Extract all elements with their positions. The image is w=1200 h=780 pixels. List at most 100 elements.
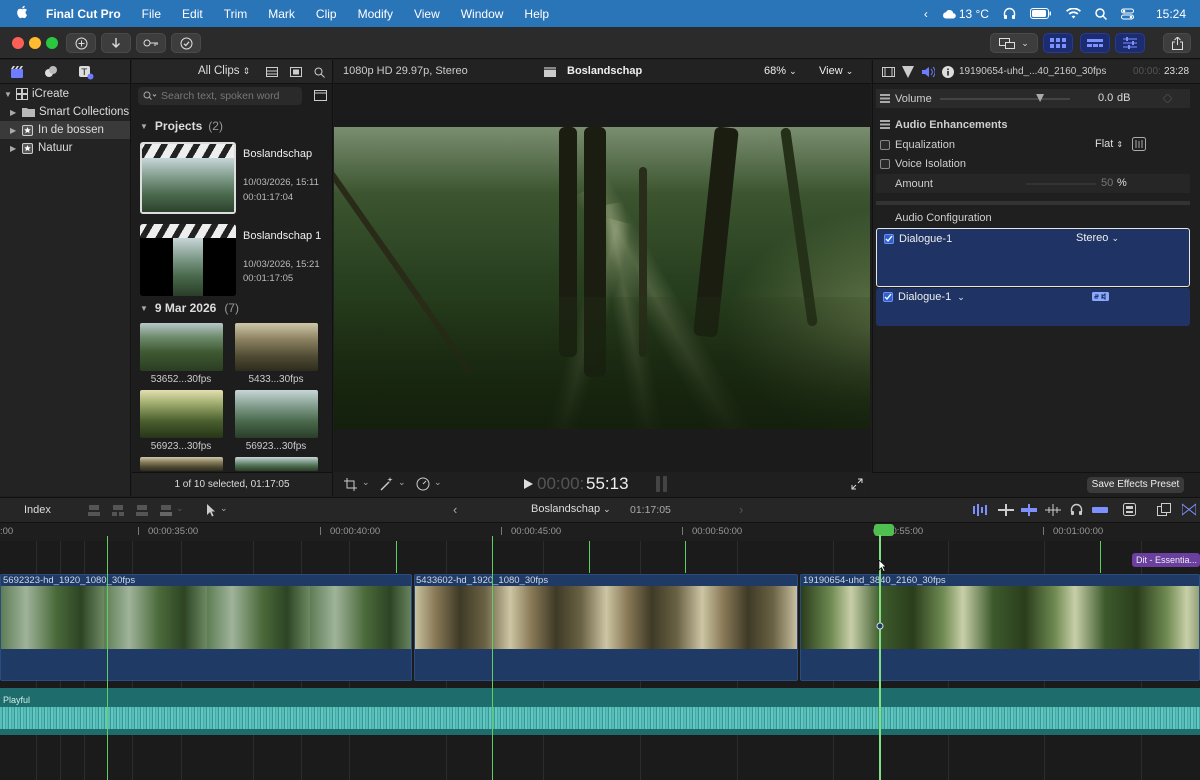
- transform-crop-icon[interactable]: [344, 478, 358, 491]
- titles-bowtie-icon[interactable]: [1182, 503, 1196, 516]
- list-view-icon[interactable]: [266, 67, 278, 77]
- clip-appearance-icon[interactable]: [998, 504, 1014, 516]
- disclosure-closed-icon[interactable]: ▶: [10, 126, 22, 135]
- import-download-button[interactable]: [101, 33, 131, 53]
- insert-clip-icon[interactable]: [112, 504, 124, 517]
- retime-speedometer-icon[interactable]: [416, 477, 430, 491]
- weather-widget[interactable]: 13 °C: [942, 7, 989, 21]
- equalization-dropdown[interactable]: Flat ⇕: [1095, 138, 1123, 150]
- search-icon[interactable]: [1095, 7, 1107, 20]
- clip-thumbnail[interactable]: [140, 390, 223, 438]
- disclosure-open-icon[interactable]: ▼: [4, 90, 16, 99]
- info-icon[interactable]: [942, 66, 954, 78]
- speaker-icon[interactable]: [922, 66, 935, 78]
- save-effects-preset-button[interactable]: Save Effects Preset: [1087, 477, 1184, 493]
- headphones-icon[interactable]: [1070, 503, 1083, 516]
- magic-wand-icon[interactable]: [380, 477, 394, 491]
- solo-icon[interactable]: [1092, 504, 1108, 516]
- playhead-handle[interactable]: [874, 524, 894, 536]
- audio-lanes-icon[interactable]: [973, 504, 989, 516]
- transitions-icon[interactable]: [1157, 503, 1171, 516]
- chevron-down-icon[interactable]: ⌄: [220, 503, 228, 514]
- play-icon[interactable]: [524, 479, 533, 489]
- fullscreen-icon[interactable]: [851, 478, 863, 490]
- volume-value[interactable]: 0.0: [1098, 92, 1113, 104]
- index-button[interactable]: Index: [24, 504, 51, 516]
- browser-search-field[interactable]: Search text, spoken word: [138, 87, 302, 105]
- snapping-icon[interactable]: [1021, 504, 1037, 516]
- audio-skimming-icon[interactable]: [1045, 504, 1061, 516]
- audio-enhancements-header[interactable]: Audio Enhancements: [876, 115, 1190, 134]
- append-clip-icon[interactable]: [136, 504, 148, 517]
- history-back-button[interactable]: ‹: [453, 502, 457, 517]
- subchannel-checkbox[interactable]: [883, 292, 893, 302]
- chevron-down-icon[interactable]: ⌄: [957, 292, 965, 303]
- audio-config-channel[interactable]: Dialogue-1 Stereo ⌄: [876, 228, 1190, 287]
- event-section-header[interactable]: ▼ 9 Mar 2026 (7): [140, 301, 239, 315]
- timecode-display[interactable]: 55:13: [586, 474, 629, 494]
- audio-config-subchannel[interactable]: Dialogue-1 ⌄: [876, 288, 1190, 326]
- clip-thumbnail[interactable]: [235, 323, 318, 371]
- amount-slider[interactable]: [1026, 183, 1096, 185]
- chevron-down-icon[interactable]: ⌄: [176, 503, 184, 514]
- menu-edit[interactable]: Edit: [182, 7, 203, 21]
- share-button[interactable]: [1163, 33, 1191, 53]
- battery-icon[interactable]: [1029, 8, 1052, 19]
- select-tool-icon[interactable]: [206, 504, 216, 517]
- disclosure-closed-icon[interactable]: ▶: [10, 144, 22, 153]
- timeline-ruler[interactable]: :00 00:00:35:00 00:00:40:00 00:00:45:00 …: [0, 523, 1200, 541]
- keywords-button[interactable]: [136, 33, 166, 53]
- menu-modify[interactable]: Modify: [358, 7, 393, 21]
- eq-graph-icon[interactable]: [1132, 137, 1146, 151]
- toggle-browser-button[interactable]: [1043, 33, 1073, 53]
- history-forward-button[interactable]: ›: [739, 502, 743, 517]
- zoom-window-button[interactable]: [46, 37, 58, 49]
- filmstrip-icon[interactable]: [290, 67, 302, 77]
- projects-section-header[interactable]: ▼ Projects (2): [140, 119, 223, 133]
- voice-isolation-checkbox[interactable]: [880, 158, 890, 169]
- menu-file[interactable]: File: [142, 7, 161, 21]
- filmstrip-toggle-icon[interactable]: [314, 90, 327, 101]
- wifi-icon[interactable]: [1065, 8, 1081, 19]
- clip-thumbnail[interactable]: [235, 457, 318, 471]
- clip-thumbnail[interactable]: [140, 457, 223, 471]
- view-menu-dropdown[interactable]: View ⌄: [819, 65, 853, 77]
- video-clip[interactable]: [414, 574, 798, 681]
- chevron-left-icon[interactable]: ‹: [924, 7, 928, 21]
- clip-thumbnail[interactable]: [235, 390, 318, 438]
- menu-trim[interactable]: Trim: [224, 7, 248, 21]
- zoom-dropdown[interactable]: 68% ⌄: [764, 65, 797, 77]
- chevron-down-icon[interactable]: ⌄: [434, 477, 442, 488]
- video-inspector-icon[interactable]: [882, 67, 895, 77]
- title-clip[interactable]: Dit - Essentia...: [1132, 553, 1200, 567]
- import-media-button[interactable]: [66, 33, 96, 53]
- equalization-checkbox[interactable]: [880, 139, 890, 150]
- timeline-project-dropdown[interactable]: Boslandschap ⌄: [531, 503, 611, 515]
- control-center-icon[interactable]: [1120, 8, 1134, 20]
- workspace-menu-button[interactable]: ⌄: [990, 33, 1038, 53]
- effects-browser-icon[interactable]: [1123, 503, 1136, 516]
- headphones-icon[interactable]: [1003, 7, 1016, 20]
- toggle-timeline-button[interactable]: [1080, 33, 1110, 53]
- connect-clip-icon[interactable]: [88, 504, 100, 517]
- sidebar-item-in-de-bossen[interactable]: ▶ In de bossen: [0, 121, 130, 139]
- menu-app[interactable]: Final Cut Pro: [46, 7, 121, 21]
- chevron-down-icon[interactable]: ⌄: [398, 477, 406, 488]
- viewer-video-frame[interactable]: [334, 127, 870, 429]
- clip-thumbnail[interactable]: [140, 323, 223, 371]
- channel-mode-dropdown[interactable]: Stereo ⌄: [1076, 232, 1119, 244]
- menu-clip[interactable]: Clip: [316, 7, 337, 21]
- project-name[interactable]: Boslandschap 1: [243, 230, 321, 242]
- video-clip[interactable]: [800, 574, 1200, 681]
- overwrite-clip-icon[interactable]: [160, 504, 172, 517]
- color-inspector-icon[interactable]: [902, 66, 914, 78]
- amount-value[interactable]: 50: [1101, 177, 1113, 189]
- library-icreate[interactable]: ▼ iCreate: [0, 85, 130, 103]
- disclosure-closed-icon[interactable]: ▶: [10, 108, 22, 117]
- project-thumbnail[interactable]: [140, 142, 236, 214]
- clip-filter-dropdown[interactable]: All Clips ⇕: [198, 65, 250, 77]
- photos-audio-icon[interactable]: [44, 65, 58, 79]
- sidebar-item-smart-collections[interactable]: ▶ Smart Collections: [0, 103, 130, 121]
- video-clip[interactable]: [0, 574, 412, 681]
- background-tasks-button[interactable]: [171, 33, 201, 53]
